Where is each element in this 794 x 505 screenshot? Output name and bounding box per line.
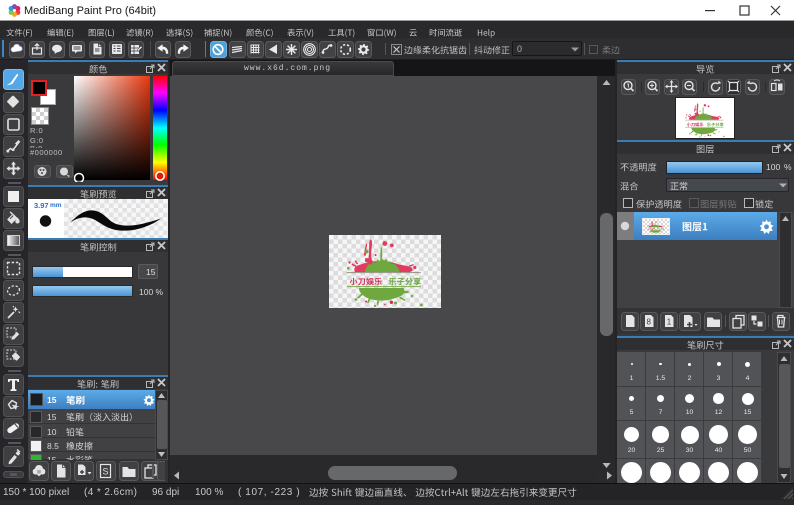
svg-text:1: 1	[666, 318, 671, 327]
svg-text:S: S	[103, 467, 109, 477]
svg-text:8: 8	[647, 318, 652, 327]
